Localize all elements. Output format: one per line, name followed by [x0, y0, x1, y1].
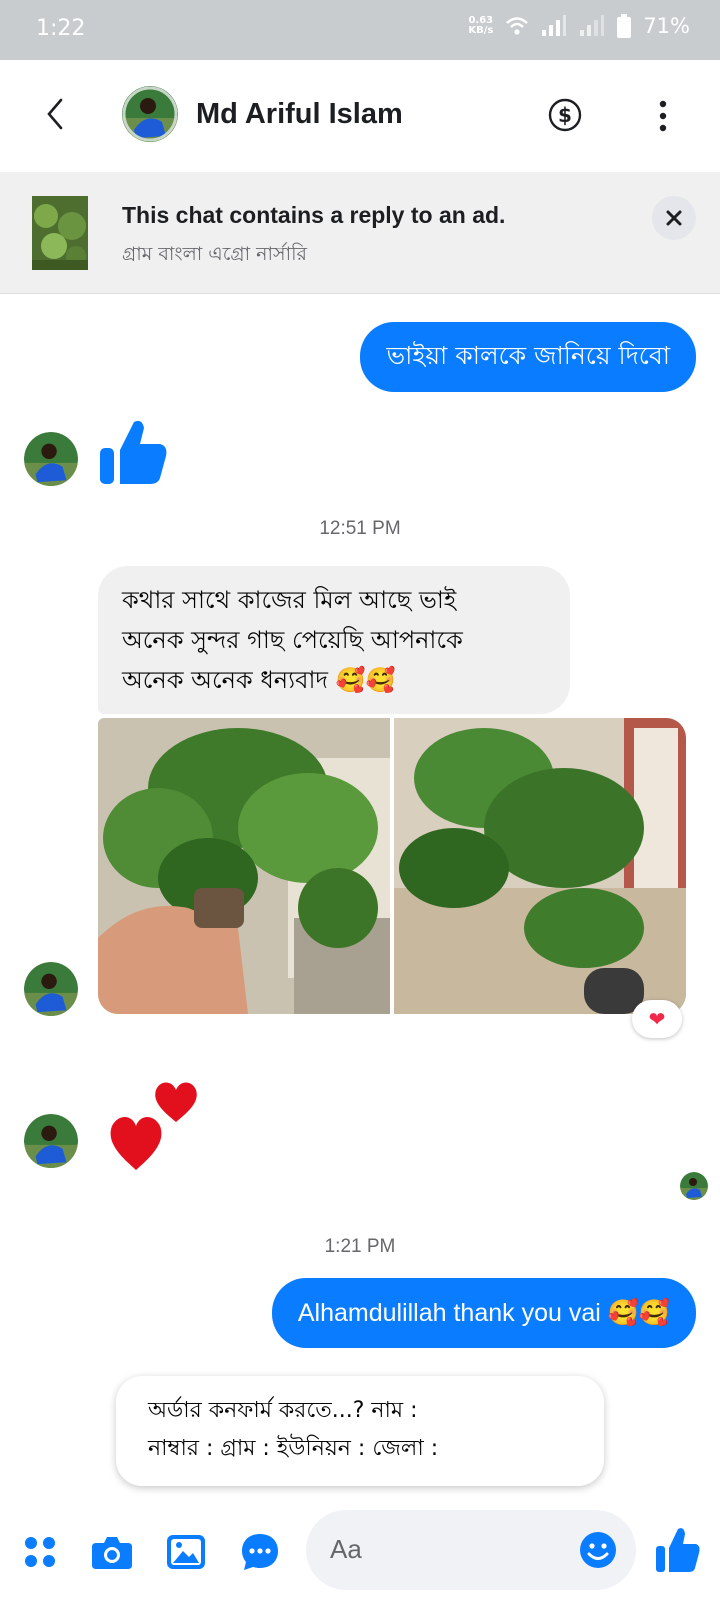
- like-icon: [656, 1528, 700, 1572]
- outgoing-message[interactable]: ভাইয়া কালকে জানিয়ে দিবো: [360, 322, 696, 392]
- avatar: [680, 1172, 708, 1200]
- photo-attachment-2[interactable]: [394, 718, 686, 1014]
- ad-banner-title: This chat contains a reply to an ad.: [122, 202, 506, 228]
- suggested-reply[interactable]: অর্ডার কনফার্ম করতে...? নাম : নাম্বার : …: [116, 1376, 604, 1486]
- emoji-button[interactable]: [578, 1530, 618, 1570]
- plant-photo-image: [394, 718, 686, 1014]
- photo-attachment-1[interactable]: [98, 718, 390, 1014]
- contact-avatar[interactable]: [122, 86, 178, 142]
- outgoing-message[interactable]: Alhamdulillah thank you vai 🥰🥰: [271, 1278, 696, 1348]
- ad-thumbnail: [32, 196, 88, 270]
- heart-reaction-badge[interactable]: ❤: [632, 1000, 682, 1038]
- timestamp: 12:51 PM: [319, 518, 401, 539]
- sender-avatar[interactable]: [24, 432, 78, 486]
- dollar-icon: $: [548, 98, 582, 132]
- hearts-sticker[interactable]: [108, 1074, 208, 1174]
- timestamp: 1:21 PM: [324, 1236, 396, 1257]
- gallery-icon: [167, 1535, 205, 1569]
- send-like-button[interactable]: [656, 1526, 700, 1574]
- net-speed: 0.63 KB/s: [468, 16, 493, 36]
- status-bar: 1:22 0.63 KB/s 71%: [0, 0, 720, 60]
- status-icons: 0.63 KB/s 71%: [468, 14, 690, 38]
- avatar: [24, 1114, 78, 1168]
- back-icon: [47, 98, 63, 130]
- battery-icon: [617, 14, 632, 38]
- contact-name[interactable]: Md Ariful Islam: [196, 98, 403, 131]
- avatar: [24, 962, 78, 1016]
- plant-photo-image: [98, 718, 390, 1014]
- suggested-reply-line: নাম্বার : গ্রাম : ইউনিয়ন : জেলা :: [148, 1436, 439, 1461]
- gallery-button[interactable]: [164, 1530, 208, 1574]
- chat-header: Md Ariful Islam $: [0, 60, 720, 172]
- status-time: 1:22: [36, 16, 86, 41]
- close-icon: [666, 210, 682, 226]
- composer-bar: Aa: [0, 1502, 720, 1600]
- wifi-icon: [506, 17, 529, 35]
- sender-avatar[interactable]: [24, 1114, 78, 1168]
- avatar: [122, 86, 178, 142]
- message-input[interactable]: Aa: [306, 1510, 636, 1590]
- avatar: [24, 432, 78, 486]
- more-icon: [659, 100, 667, 132]
- net-speed-unit: KB/s: [468, 25, 494, 36]
- seen-indicator-avatar: [680, 1172, 708, 1200]
- back-button[interactable]: [40, 94, 70, 134]
- apps-button[interactable]: [18, 1530, 62, 1574]
- heart-icon: ❤: [648, 1008, 666, 1031]
- emoji-icon: [580, 1532, 616, 1568]
- message-text: ভাইয়া কালকে জানিয়ে দিবো: [386, 340, 670, 370]
- payments-button[interactable]: $: [548, 98, 582, 132]
- apps-icon: [25, 1537, 55, 1567]
- incoming-message[interactable]: কথার সাথে কাজের মিল আছে ভাই অনেক সুন্দর …: [98, 566, 570, 714]
- ad-banner-subtitle: গ্রাম বাংলা এগ্রো নার্সারি: [122, 243, 307, 265]
- close-ad-banner-button[interactable]: [652, 196, 696, 240]
- ad-reply-banner[interactable]: This chat contains a reply to an ad. গ্র…: [0, 172, 720, 294]
- suggested-reply-line: অর্ডার কনফার্ম করতে...? নাম :: [148, 1398, 418, 1423]
- thumbs-up-icon: [100, 420, 167, 484]
- message-line: অনেক সুন্দর গাছ পেয়েছি আপনাকে: [122, 626, 463, 654]
- more-options-button[interactable]: [648, 98, 678, 134]
- thumbs-up-sticker[interactable]: [98, 416, 170, 488]
- battery-level: 71%: [643, 14, 690, 38]
- sender-avatar[interactable]: [24, 962, 78, 1016]
- signal-2-icon: [580, 15, 605, 36]
- svg-text:$: $: [558, 103, 572, 127]
- message-line: কথার সাথে কাজের মিল আছে ভাই: [122, 586, 457, 614]
- camera-icon: [92, 1537, 132, 1569]
- message-input-placeholder: Aa: [330, 1534, 362, 1564]
- message-text: Alhamdulillah thank you vai 🥰🥰: [297, 1298, 670, 1327]
- camera-button[interactable]: [90, 1530, 134, 1574]
- message-line: অনেক অনেক ধন্যবাদ 🥰🥰: [122, 666, 396, 694]
- chat-extensions-button[interactable]: [238, 1530, 282, 1574]
- signal-icon: [542, 15, 567, 36]
- hearts-icon: [110, 1082, 197, 1170]
- chat-bubble-icon: [242, 1534, 278, 1570]
